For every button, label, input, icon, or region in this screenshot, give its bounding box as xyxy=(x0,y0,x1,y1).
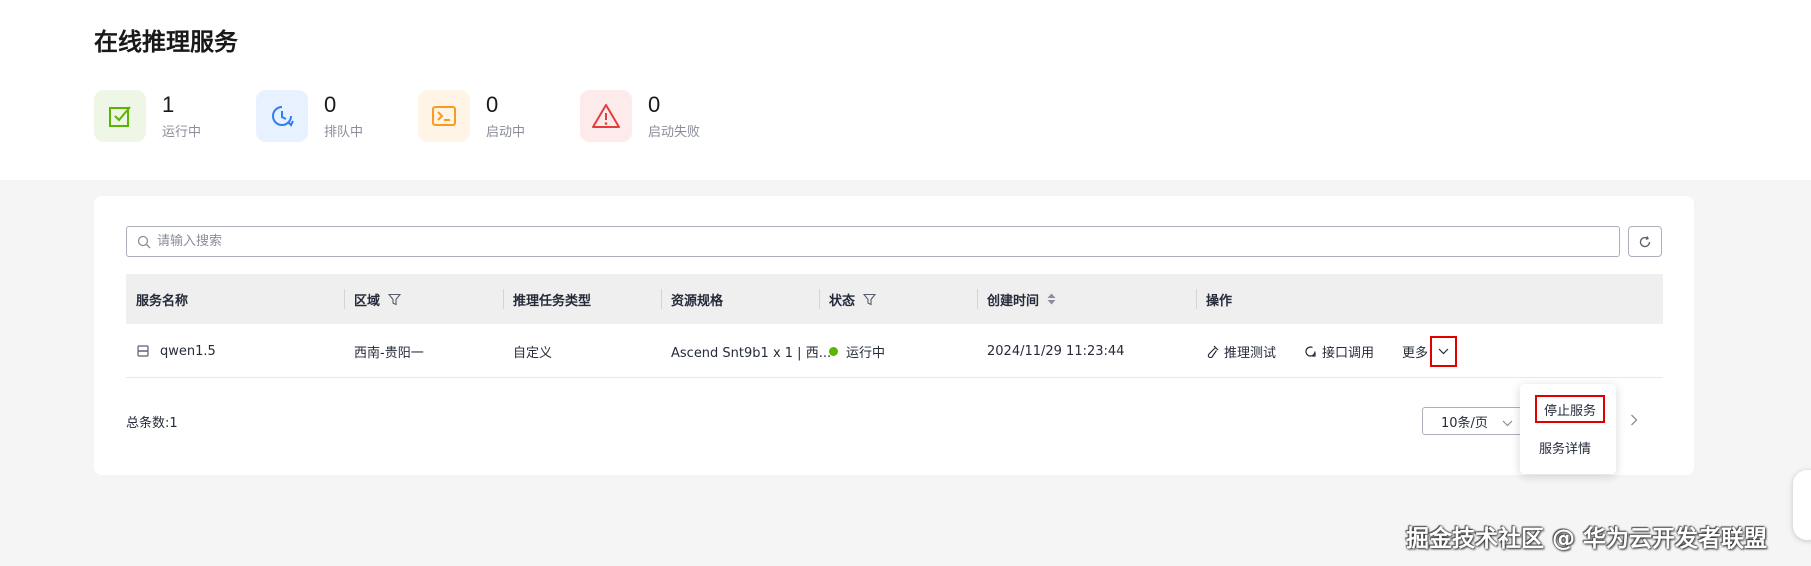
stat-queued[interactable]: 0 排队中 xyxy=(256,89,363,143)
service-name-link[interactable]: qwen1.5 xyxy=(160,344,216,359)
clock-icon xyxy=(256,90,308,142)
filter-icon[interactable] xyxy=(863,293,877,306)
watermark: 掘金技术社区 @ 华为云开发者联盟 xyxy=(1406,526,1768,552)
cell-region: 西南-贵阳一 xyxy=(354,345,424,361)
col-created: 创建时间 xyxy=(977,274,1056,324)
more-menu[interactable]: 更多 xyxy=(1402,335,1458,367)
status-text: 运行中 xyxy=(846,345,886,361)
service-details-menu-item[interactable]: 服务详情 xyxy=(1539,438,1591,457)
cell-created: 2024/11/29 11:23:44 xyxy=(987,343,1125,359)
stat-starting[interactable]: 0 启动中 xyxy=(418,89,525,143)
service-list-card: 服务名称 区域 推理任务类型 资源规格 状态 创建时间 操作 qwen1.5 西… xyxy=(94,196,1694,475)
test-tube-icon xyxy=(1206,345,1219,358)
api-icon xyxy=(1304,345,1317,358)
inference-test-link[interactable]: 推理测试 xyxy=(1206,342,1276,361)
warning-icon xyxy=(580,90,632,142)
api-call-link[interactable]: 接口调用 xyxy=(1304,342,1374,361)
cell-task-type: 自定义 xyxy=(513,345,553,361)
stat-count: 1 xyxy=(162,91,175,117)
col-spec: 资源规格 xyxy=(661,274,723,324)
page-size-select[interactable]: 10条/页 xyxy=(1422,407,1522,435)
refresh-button[interactable] xyxy=(1628,226,1662,257)
col-status: 状态 xyxy=(819,274,877,324)
chevron-down-icon xyxy=(1502,416,1513,431)
more-dropdown-menu: 停止服务 服务详情 xyxy=(1520,384,1616,474)
stat-count: 0 xyxy=(648,91,661,117)
more-dropdown-toggle[interactable] xyxy=(1430,335,1458,367)
more-label[interactable]: 更多 xyxy=(1402,342,1428,361)
cell-actions: 推理测试 接口调用 更多 xyxy=(1196,324,1458,378)
stat-label: 启动中 xyxy=(486,124,526,140)
side-panel-handle[interactable] xyxy=(1793,470,1811,540)
col-actions: 操作 xyxy=(1196,274,1232,324)
check-square-icon xyxy=(94,90,146,142)
total-count: 总条数:1 xyxy=(126,416,178,431)
table-header: 服务名称 区域 推理任务类型 资源规格 状态 创建时间 操作 xyxy=(126,274,1663,324)
next-page-icon[interactable] xyxy=(1630,413,1638,431)
search-input[interactable] xyxy=(157,227,1619,256)
search-icon xyxy=(137,235,151,249)
stat-label: 启动失败 xyxy=(648,124,701,140)
chevron-down-icon xyxy=(1438,348,1449,355)
stat-count: 0 xyxy=(486,91,499,117)
status-running-dot xyxy=(829,346,838,356)
cell-status: 运行中 xyxy=(819,324,885,378)
col-task-type: 推理任务类型 xyxy=(503,274,591,324)
page-title: 在线推理服务 xyxy=(94,28,238,56)
stat-running[interactable]: 1 运行中 xyxy=(94,89,201,143)
filter-icon[interactable] xyxy=(388,293,402,306)
stat-label: 排队中 xyxy=(324,124,364,140)
refresh-icon xyxy=(1638,235,1652,249)
col-region: 区域 xyxy=(344,274,402,324)
stat-count: 0 xyxy=(324,91,337,117)
stop-service-menu-item[interactable]: 停止服务 xyxy=(1535,395,1605,423)
cell-service-name: qwen1.5 xyxy=(126,324,216,378)
table-row: qwen1.5 西南-贵阳一 自定义 Ascend Snt9b1 x 1 | 西… xyxy=(126,324,1663,378)
service-icon xyxy=(136,344,150,358)
terminal-icon xyxy=(418,90,470,142)
stat-label: 运行中 xyxy=(162,124,202,140)
cell-spec: Ascend Snt9b1 x 1 | 西... xyxy=(671,345,832,361)
search-box[interactable] xyxy=(126,226,1620,257)
stat-failed[interactable]: 0 启动失败 xyxy=(580,89,700,143)
sort-icon[interactable] xyxy=(1047,293,1056,305)
col-service-name: 服务名称 xyxy=(136,293,189,309)
